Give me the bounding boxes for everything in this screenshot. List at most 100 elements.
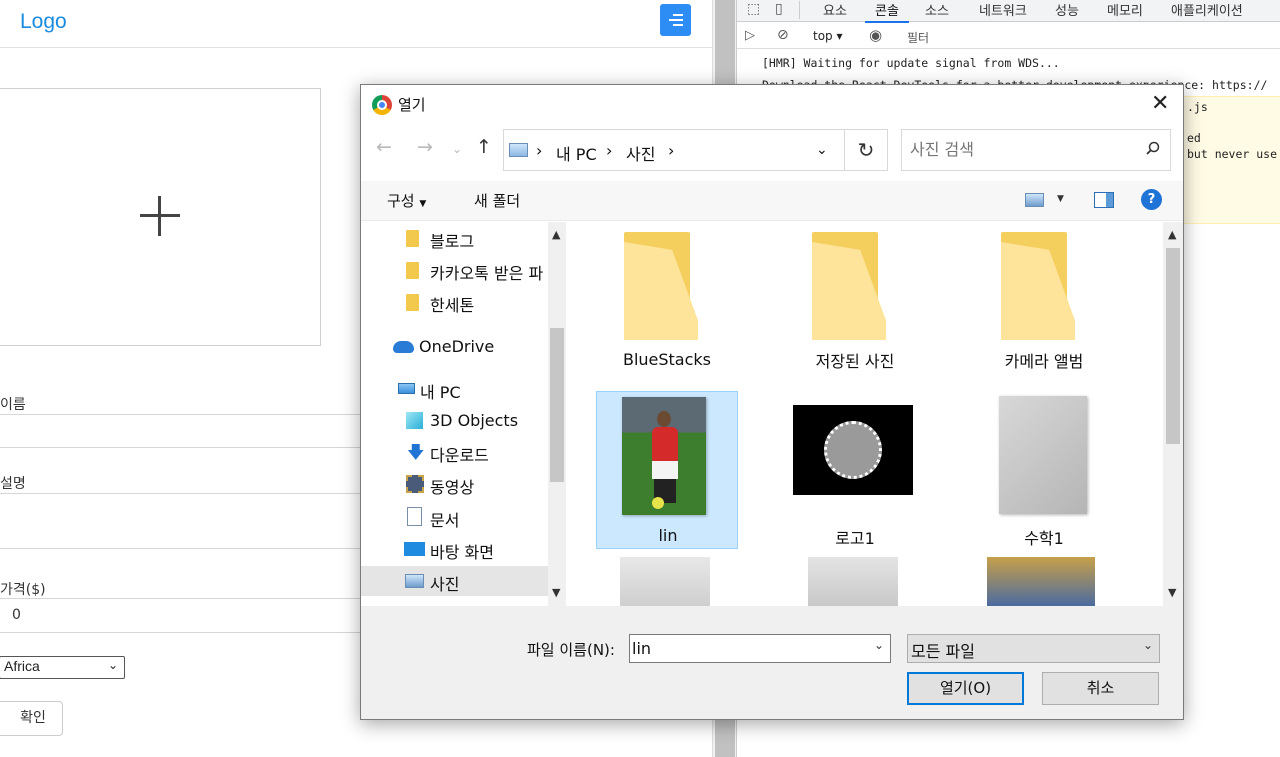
scrollbar-thumb[interactable]	[1166, 248, 1180, 444]
nav-item-label: 블로그	[430, 232, 475, 251]
sidebar-toggle-icon[interactable]: ▷	[745, 28, 755, 43]
tab-network[interactable]: 네트워크	[979, 0, 1027, 19]
chevron-right-icon[interactable]: ›	[606, 141, 612, 160]
price-label: 가격($)	[0, 582, 46, 598]
scroll-up-icon[interactable]: ▲	[552, 228, 560, 241]
chevron-right-icon[interactable]: ›	[668, 141, 674, 160]
file-item-logo1[interactable]: 로고1	[784, 391, 926, 549]
search-input[interactable]	[910, 140, 1130, 159]
price-value: 0	[12, 607, 21, 623]
filetype-select[interactable]: 모든 파일 ⌄	[907, 634, 1160, 663]
nav-item-downloads[interactable]: 🡇 다운로드	[361, 437, 548, 467]
thumbnail-figure	[652, 427, 678, 461]
search-icon[interactable]	[1146, 141, 1160, 155]
filter-input[interactable]: 필터	[907, 29, 929, 46]
device-toggle-icon[interactable]: ▯	[775, 1, 783, 17]
folder-icon	[406, 294, 419, 311]
folder-icon	[624, 232, 706, 340]
cancel-button[interactable]: 취소	[1042, 672, 1159, 705]
eye-icon[interactable]: ◉	[869, 26, 882, 44]
nav-item-label: 3D Objects	[430, 411, 519, 430]
region-select[interactable]: Africa ⌄	[0, 656, 125, 679]
filename-input[interactable]: lin ⌄	[629, 634, 891, 663]
price-input[interactable]	[0, 598, 361, 633]
tab-elements[interactable]: 요소	[823, 0, 847, 19]
pictures-icon	[509, 143, 528, 157]
context-value: top	[813, 29, 833, 43]
nav-item-blog[interactable]: 블로그	[361, 223, 548, 253]
menu-line	[673, 24, 683, 26]
submit-button[interactable]: 확인	[0, 701, 63, 736]
nav-item-desktop[interactable]: 바탕 화면	[361, 534, 548, 564]
name-label: 이름	[0, 397, 26, 413]
video-icon	[406, 475, 424, 493]
nav-item-pictures[interactable]: 사진	[361, 566, 548, 596]
file-item-math1[interactable]: 수학1	[973, 391, 1115, 549]
chevron-down-icon[interactable]: ⌄	[816, 142, 828, 158]
tab-memory[interactable]: 메모리	[1107, 0, 1143, 19]
nav-item-onedrive[interactable]: OneDrive	[361, 332, 548, 362]
open-button[interactable]: 열기(O)	[907, 672, 1024, 705]
caret-down-icon[interactable]: ▼	[1057, 194, 1064, 204]
scroll-up-icon[interactable]: ▲	[1168, 228, 1176, 241]
photo-thumbnail[interactable]	[620, 557, 710, 606]
tab-console[interactable]: 콘솔	[865, 0, 909, 23]
header-divider	[0, 47, 712, 48]
thumbnail-figure	[652, 497, 664, 509]
file-item-camera-roll[interactable]: 카메라 앨범	[973, 222, 1115, 380]
nav-scrollbar[interactable]: ▲ ▼	[548, 222, 566, 606]
file-item-lin[interactable]: lin	[596, 391, 738, 549]
refresh-icon[interactable]: ↻	[845, 129, 888, 171]
nav-item-hansetone[interactable]: 한세톤	[361, 287, 548, 317]
new-folder-button[interactable]: 새 폴더	[474, 190, 520, 211]
tab-sources[interactable]: 소스	[925, 0, 949, 19]
file-name: 수학1	[1024, 529, 1064, 548]
back-arrow-icon[interactable]: ←	[376, 136, 392, 158]
recent-chevron-icon[interactable]: ⌄	[452, 142, 462, 156]
search-box[interactable]	[901, 129, 1171, 171]
inspect-icon[interactable]: ⬚	[747, 1, 760, 17]
chevron-right-icon[interactable]: ›	[536, 141, 542, 160]
logo[interactable]: Logo	[20, 10, 67, 34]
tab-application[interactable]: 애플리케이션	[1171, 0, 1243, 19]
context-select[interactable]: top ▾	[813, 29, 843, 43]
address-bar[interactable]: › 내 PC › 사진 › ⌄	[503, 129, 845, 171]
clear-console-icon[interactable]: ⊘	[777, 27, 789, 43]
scrollbar-thumb[interactable]	[550, 328, 564, 482]
close-icon[interactable]: ✕	[1151, 91, 1169, 116]
nav-item-videos[interactable]: 동영상	[361, 469, 548, 499]
up-arrow-icon[interactable]: ↑	[476, 136, 492, 158]
file-item-bluestacks[interactable]: BlueStacks	[596, 222, 738, 380]
filename-value: lin	[632, 639, 652, 658]
forward-arrow-icon[interactable]: →	[417, 136, 433, 158]
file-item-saved-pictures[interactable]: 저장된 사진	[784, 222, 926, 380]
breadcrumb-pc[interactable]: 내 PC	[556, 141, 597, 165]
preview-pane-icon[interactable]	[1094, 192, 1114, 208]
folder-icon	[1001, 232, 1083, 340]
file-open-dialog: 열기 ✕ ← → ⌄ ↑ › 내 PC › 사진 › ⌄ ↻ 구성 ▼ 새 폴더…	[360, 84, 1184, 720]
view-icon[interactable]	[1025, 193, 1044, 207]
file-list-scrollbar[interactable]: ▲ ▼	[1163, 222, 1183, 606]
desktop-icon	[404, 542, 425, 556]
description-input[interactable]	[0, 493, 361, 549]
scroll-down-icon[interactable]: ▼	[1168, 586, 1176, 599]
tab-performance[interactable]: 성능	[1055, 0, 1079, 19]
nav-item-my-pc[interactable]: 내 PC	[361, 374, 548, 404]
organize-button[interactable]: 구성 ▼	[387, 190, 426, 211]
nav-item-kakaotalk[interactable]: 카카오톡 받은 파	[361, 255, 548, 285]
console-line: but never use	[1187, 147, 1278, 161]
help-icon[interactable]: ?	[1141, 189, 1162, 210]
name-input[interactable]	[0, 414, 361, 448]
breadcrumb-pictures[interactable]: 사진	[626, 141, 655, 165]
photo-thumbnail[interactable]	[808, 557, 898, 606]
nav-item-documents[interactable]: 문서	[361, 502, 548, 532]
nav-item-3d-objects[interactable]: 3D Objects	[361, 406, 548, 436]
cloud-icon	[393, 341, 414, 353]
scroll-down-icon[interactable]: ▼	[552, 586, 560, 599]
hamburger-menu-button[interactable]	[660, 4, 691, 36]
photo-thumbnail[interactable]	[987, 557, 1095, 606]
nav-item-label: 한세톤	[430, 296, 475, 315]
cube-icon	[406, 412, 423, 429]
chevron-down-icon[interactable]: ⌄	[874, 638, 884, 652]
caret-down-icon: ▼	[419, 199, 427, 209]
